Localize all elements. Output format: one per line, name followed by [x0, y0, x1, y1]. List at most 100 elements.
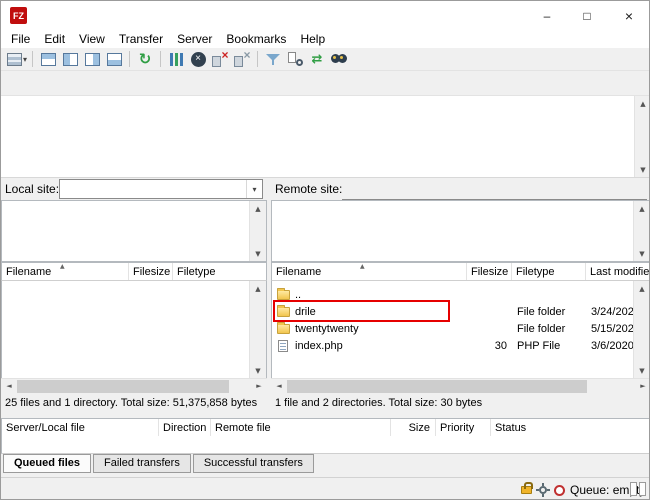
- toolbar-separator: [129, 51, 130, 67]
- tab-queued-files[interactable]: Queued files: [3, 454, 91, 473]
- refresh-button[interactable]: ↻: [134, 49, 156, 70]
- disconnect-icon: ×: [212, 52, 229, 67]
- site-manager-button[interactable]: ▾: [6, 49, 28, 70]
- scroll-up-icon[interactable]: ▲: [250, 201, 266, 216]
- local-list-header: Filename ▲ Filesize Filetype: [1, 262, 267, 281]
- lock-icon[interactable]: [521, 486, 532, 494]
- column-header-filetype[interactable]: Filetype: [173, 263, 266, 280]
- scroll-down-icon[interactable]: ▼: [250, 363, 266, 378]
- close-button[interactable]: ×: [607, 1, 650, 30]
- remote-list-hscrollbar[interactable]: ◄ ►: [271, 378, 650, 393]
- pane-toggle-box[interactable]: [630, 482, 637, 496]
- local-file-list[interactable]: ▲ ▼: [1, 281, 267, 378]
- toggle-local-tree-button[interactable]: [59, 49, 81, 70]
- process-queue-button[interactable]: [165, 49, 187, 70]
- remote-tree-pane[interactable]: ▲ ▼: [271, 200, 650, 262]
- queue-tabs: Queued files Failed transfers Successful…: [3, 454, 316, 473]
- column-header-filename[interactable]: Filename ▲: [272, 263, 467, 280]
- local-list-hscrollbar[interactable]: ◄ ►: [1, 378, 267, 393]
- toggle-queue-pane-button[interactable]: [103, 49, 125, 70]
- pane-toggle-box[interactable]: [639, 482, 646, 496]
- scrollbar-thumb[interactable]: [17, 380, 229, 393]
- scroll-up-icon[interactable]: ▲: [250, 281, 266, 296]
- column-header-server-local-file[interactable]: Server/Local file: [2, 419, 159, 436]
- message-log: ▲ ▼: [1, 96, 650, 178]
- column-header-priority[interactable]: Priority: [436, 419, 491, 436]
- chevron-down-icon[interactable]: ▾: [246, 180, 262, 198]
- scroll-up-icon[interactable]: ▲: [634, 201, 650, 216]
- cancel-operation-button[interactable]: ×: [187, 49, 209, 70]
- menu-server[interactable]: Server: [170, 31, 219, 47]
- process-queue-icon: [170, 53, 183, 66]
- maximize-button[interactable]: □: [567, 1, 607, 30]
- filter-button[interactable]: [262, 49, 284, 70]
- local-tree-icon: [63, 53, 78, 66]
- scrollbar-thumb[interactable]: [287, 380, 587, 393]
- remote-status-text: 1 file and 2 directories. Total size: 30…: [275, 394, 647, 413]
- synchronized-browsing-button[interactable]: ⇄: [306, 49, 328, 70]
- directory-comparison-button[interactable]: [284, 49, 306, 70]
- remote-tree-scrollbar[interactable]: ▲ ▼: [633, 201, 650, 261]
- column-header-last-modified[interactable]: Last modified: [586, 263, 650, 280]
- reconnect-icon: ×: [234, 52, 251, 67]
- php-file-icon: [278, 340, 288, 352]
- toggle-remote-tree-button[interactable]: [81, 49, 103, 70]
- scroll-down-icon[interactable]: ▼: [634, 363, 650, 378]
- disconnect-button[interactable]: ×: [209, 49, 231, 70]
- toolbar: ▾ ↻ × × × ⇄: [1, 48, 649, 71]
- column-header-filesize[interactable]: Filesize: [467, 263, 512, 280]
- column-header-filetype[interactable]: Filetype: [512, 263, 586, 280]
- remote-file-list[interactable]: .. drile File folder 3/24/2020 5:0 twent…: [271, 281, 650, 378]
- remote-list-vscrollbar[interactable]: ▲ ▼: [633, 281, 650, 378]
- local-tree-scrollbar[interactable]: ▲ ▼: [249, 201, 266, 261]
- toggle-log-pane-button[interactable]: [37, 49, 59, 70]
- column-header-status[interactable]: Status: [491, 419, 650, 436]
- scroll-right-icon[interactable]: ►: [251, 379, 267, 394]
- remote-file-row-index-php[interactable]: index.php 30 PHP File 3/6/2020 9:23: [273, 337, 635, 354]
- filezilla-window: FZ – □ × File Edit View Transfer Server …: [0, 0, 650, 500]
- menu-file[interactable]: File: [4, 31, 37, 47]
- menu-bookmarks[interactable]: Bookmarks: [219, 31, 293, 47]
- find-files-button[interactable]: [328, 49, 350, 70]
- folder-icon: [277, 324, 290, 334]
- scroll-down-icon[interactable]: ▼: [250, 246, 266, 261]
- scroll-left-icon[interactable]: ◄: [1, 379, 17, 394]
- scroll-up-icon[interactable]: ▲: [634, 281, 650, 296]
- remote-file-row-twentytwenty[interactable]: twentytwenty File folder 5/15/2020 12:: [273, 320, 635, 337]
- scroll-left-icon[interactable]: ◄: [271, 379, 287, 394]
- queue-pane-icon: [107, 53, 122, 66]
- synchronized-browsing-icon: ⇄: [312, 53, 323, 66]
- tab-successful-transfers[interactable]: Successful transfers: [193, 454, 314, 473]
- speed-limit-icon[interactable]: [554, 485, 565, 496]
- highlight-annotation: [273, 300, 450, 322]
- scroll-up-icon[interactable]: ▲: [635, 96, 650, 111]
- log-pane-icon: [41, 53, 56, 66]
- menu-transfer[interactable]: Transfer: [112, 31, 170, 47]
- local-list-vscrollbar[interactable]: ▲ ▼: [249, 281, 266, 378]
- menu-view[interactable]: View: [72, 31, 112, 47]
- menu-help[interactable]: Help: [293, 31, 332, 47]
- minimize-button[interactable]: –: [527, 1, 567, 30]
- scroll-down-icon[interactable]: ▼: [634, 246, 650, 261]
- remote-site-label: Remote site:: [275, 182, 342, 196]
- column-header-remote-file[interactable]: Remote file: [211, 419, 391, 436]
- tab-failed-transfers[interactable]: Failed transfers: [93, 454, 191, 473]
- column-header-filename[interactable]: Filename ▲: [2, 263, 129, 280]
- scroll-down-icon[interactable]: ▼: [635, 162, 650, 177]
- folder-icon: [277, 290, 290, 300]
- scroll-right-icon[interactable]: ►: [635, 379, 650, 394]
- message-log-scrollbar[interactable]: ▲ ▼: [634, 96, 650, 177]
- queue-list[interactable]: [1, 436, 650, 454]
- titlebar: FZ – □ ×: [1, 1, 649, 30]
- quickconnect-bar: Host: Username: Password: Port: Quickcon…: [1, 71, 649, 96]
- column-header-direction[interactable]: Direction: [159, 419, 211, 436]
- menu-edit[interactable]: Edit: [37, 31, 72, 47]
- settings-gear-icon[interactable]: [537, 484, 549, 496]
- toolbar-separator: [257, 51, 258, 67]
- column-header-filesize[interactable]: Filesize: [129, 263, 173, 280]
- local-site-combobox[interactable]: ▾: [59, 179, 263, 199]
- column-header-size[interactable]: Size: [391, 419, 436, 436]
- reconnect-button[interactable]: ×: [231, 49, 253, 70]
- local-tree-pane[interactable]: ▲ ▼: [1, 200, 267, 262]
- app-logo-icon: FZ: [10, 7, 27, 24]
